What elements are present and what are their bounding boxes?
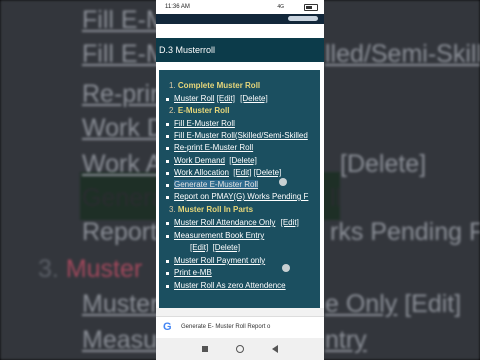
bg-text: 3. Muster <box>38 255 143 283</box>
payment-only-link[interactable]: Muster Roll Payment only <box>174 256 265 265</box>
google-logo-icon: G <box>163 321 172 333</box>
report-pmay-link[interactable]: Report on PMAY(G) Works Pending F <box>174 192 308 201</box>
work-allocation-delete-link[interactable]: [Delete] <box>254 168 282 177</box>
fill-emuster-link[interactable]: Fill E-Muster Roll <box>174 119 235 128</box>
home-icon[interactable] <box>236 345 244 353</box>
work-allocation-edit-link[interactable]: [Edit] <box>233 168 251 177</box>
list-item: Fill E-Muster Roll(Skilled/Semi-Skilled <box>166 131 308 140</box>
battery-icon <box>304 4 318 11</box>
bg-text: ll <box>330 184 342 212</box>
touch-indicator <box>282 264 290 272</box>
list-item: Re-print E-Muster Roll <box>165 143 253 152</box>
toolbar-pill[interactable] <box>288 16 318 21</box>
phone-screen: 11:36 AM 4G D.3 Musterroll 1. Complete M… <box>156 0 324 360</box>
list-item: Muster Roll As zero Attendence <box>166 281 286 290</box>
muster-roll-link[interactable]: Muster Roll <box>174 94 214 103</box>
bg-text: [Delete] <box>340 150 427 178</box>
list-item: Muster Roll Payment only <box>165 256 265 265</box>
zero-attendance-link[interactable]: Muster Roll As zero Attendence <box>174 281 286 290</box>
section-heading-3: 3. Muster Roll In Parts <box>169 205 254 214</box>
bg-text: rks Pending F <box>330 218 480 246</box>
measurement-book-edit-link[interactable]: [Edit] <box>190 243 208 252</box>
menu-panel: 1. Complete Muster Roll Muster Roll [Edi… <box>159 70 320 310</box>
generate-emuster-link[interactable]: Generate E-Muster Roll <box>174 180 259 189</box>
attendance-only-link[interactable]: Muster Roll Attendance Only <box>174 218 275 227</box>
list-item: Muster Roll Attendance Only [Edit] <box>166 218 299 227</box>
measurement-book-link[interactable]: Measurement Book Entry <box>174 231 264 240</box>
print-emb-link[interactable]: Print e-MB <box>174 268 212 277</box>
section-heading-2: 2. E-Muster Roll <box>169 106 230 115</box>
list-item: Print e-MB <box>166 268 212 277</box>
bg-text: Re-prin <box>82 80 164 108</box>
bg-text: Muster <box>82 290 159 318</box>
attendance-edit-link[interactable]: [Edit] <box>281 218 299 227</box>
work-allocation-link[interactable]: Work Allocation <box>174 168 229 177</box>
bg-text: Work Al <box>82 150 168 178</box>
muster-roll-delete-link[interactable]: [Delete] <box>240 94 268 103</box>
android-nav-bar <box>156 338 324 360</box>
measurement-book-delete-link[interactable]: [Delete] <box>212 243 240 252</box>
bg-text: Report <box>82 218 158 246</box>
touch-indicator <box>279 178 287 186</box>
work-demand-link[interactable]: Work Demand <box>174 156 225 165</box>
list-item: Work Demand [Delete] <box>166 156 257 165</box>
bg-text: Genera <box>82 184 166 212</box>
bg-text: ntry <box>325 326 367 354</box>
spacer <box>156 62 324 70</box>
list-item: Report on PMAY(G) Works Pending F <box>165 192 308 201</box>
reprint-emuster-link[interactable]: Re-print E-Muster Roll <box>174 143 253 152</box>
work-demand-delete-link[interactable]: [Delete] <box>229 156 257 165</box>
status-time: 11:36 AM <box>165 4 190 10</box>
list-item: Measurement Book Entry <box>165 231 264 240</box>
spacer <box>156 308 324 316</box>
bg-text: lled/Semi-Skille <box>325 40 480 68</box>
list-item-continuation: [Edit] [Delete] <box>190 243 240 252</box>
list-item: Muster Roll [Edit] [Delete] <box>166 94 268 103</box>
spacer <box>156 24 324 38</box>
google-search-bar[interactable]: G Generate E- Muster Roll Report o <box>156 316 324 339</box>
app-top-bar <box>156 14 324 24</box>
list-item: Work Allocation [Edit] [Delete] <box>165 168 282 177</box>
list-item: Fill E-Muster Roll <box>166 119 235 128</box>
search-query-text: Generate E- Muster Roll Report o <box>181 324 271 330</box>
recent-apps-icon[interactable] <box>202 346 208 352</box>
title-bar: D.3 Musterroll <box>156 38 324 62</box>
muster-roll-edit-link[interactable]: [Edit] <box>217 94 235 103</box>
network-indicator: 4G <box>277 4 284 10</box>
fill-emuster-skilled-link[interactable]: Fill E-Muster Roll(Skilled/Semi-Skilled <box>174 131 308 140</box>
bg-text: Measu <box>82 326 158 354</box>
list-item: Generate E-Muster Roll <box>165 180 259 189</box>
page-title: D.3 Musterroll <box>159 45 216 55</box>
back-icon[interactable] <box>272 345 278 353</box>
bg-text: e Only [Edit] <box>325 290 462 318</box>
section-heading-1: 1. Complete Muster Roll <box>169 81 261 90</box>
status-bar: 11:36 AM 4G <box>156 0 324 14</box>
